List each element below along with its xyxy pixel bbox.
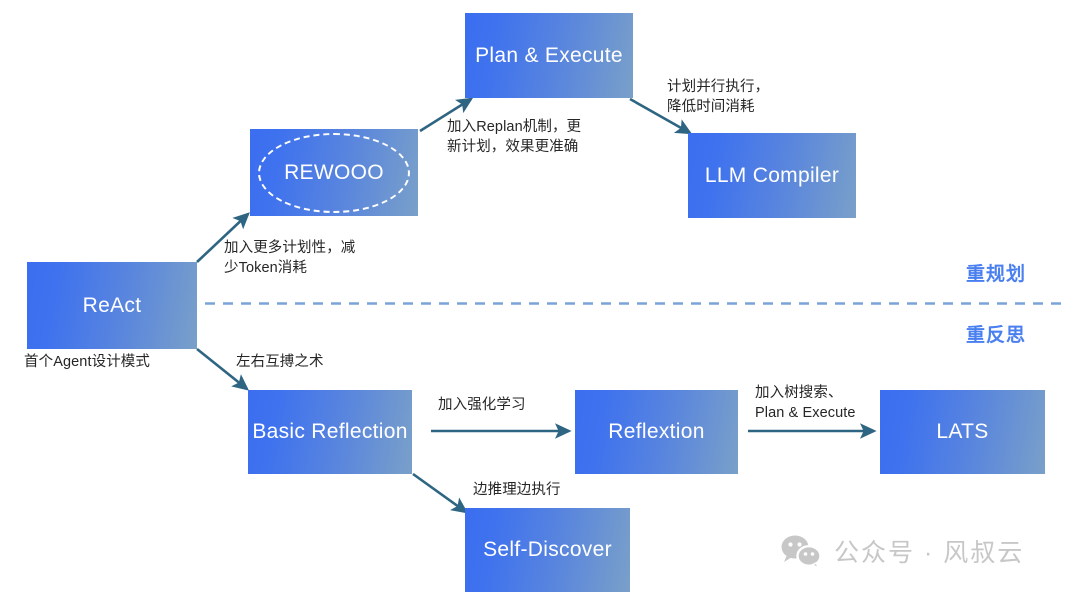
diagram-canvas: ReAct REWOOO Plan & Execute LLM Compiler… — [0, 0, 1080, 611]
side-label-replanning: 重规划 — [966, 264, 1027, 285]
node-self-discover[interactable]: Self-Discover — [465, 508, 630, 592]
wechat-icon — [780, 534, 822, 568]
node-basic-reflection[interactable]: Basic Reflection — [248, 390, 412, 474]
edge-basic-to-selfdiscover — [412, 472, 469, 514]
node-react[interactable]: ReAct — [27, 262, 197, 349]
node-plan-execute[interactable]: Plan & Execute — [465, 13, 633, 98]
node-plan-execute-label: Plan & Execute — [475, 43, 623, 67]
side-label-reflection: 重反思 — [966, 325, 1027, 346]
node-reflextion-label: Reflextion — [608, 420, 705, 444]
edge-label-react-to-rewooo: 加入更多计划性，减 少Token消耗 — [224, 240, 356, 276]
edge-label-basic-to-reflextion: 加入强化学习 — [438, 397, 526, 413]
watermark-text: 公众号 · 风叔云 — [834, 539, 1025, 567]
node-llm-compiler-label: LLM Compiler — [704, 163, 840, 187]
node-basic-reflection-label: Basic Reflection — [252, 420, 408, 444]
edge-label-plan-to-compiler: 计划并行执行， 降低时间消耗 — [667, 79, 770, 115]
node-self-discover-label: Self-Discover — [483, 538, 612, 562]
node-react-label: ReAct — [82, 293, 142, 317]
edge-label-react-caption: 首个Agent设计模式 — [24, 354, 150, 370]
edge-label-basic-to-selfdiscover: 边推理边执行 — [473, 482, 561, 498]
node-rewooo[interactable]: REWOOO — [250, 129, 418, 216]
node-rewooo-label: REWOOO — [284, 160, 384, 184]
node-llm-compiler[interactable]: LLM Compiler — [688, 133, 856, 218]
edge-label-react-to-basic: 左右互搏之术 — [236, 354, 324, 370]
edge-label-reflextion-to-lats: 加入树搜索、 Plan & Execute — [755, 385, 856, 421]
edge-label-rewooo-to-plan: 加入Replan机制，更 新计划，效果更准确 — [447, 119, 582, 155]
watermark: 公众号 · 风叔云 — [780, 533, 1024, 569]
node-lats-label: LATS — [936, 420, 989, 444]
node-reflextion[interactable]: Reflextion — [575, 390, 738, 474]
